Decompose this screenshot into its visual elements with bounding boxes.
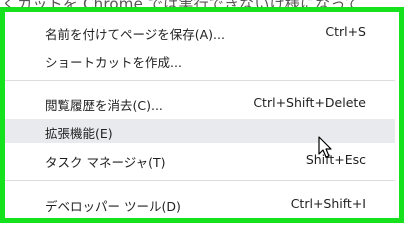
menu-item-save-page-as[interactable]: 名前を付けてページを保存(A)... Ctrl+S	[5, 20, 395, 44]
menu-item-label: ショートカットを作成...	[45, 55, 182, 70]
menu-item-label: 拡張機能(E)	[45, 126, 113, 141]
menu-item-shortcut: Shift+Esc	[305, 152, 366, 167]
menu-item-label: タスク マネージャ(T)	[45, 155, 166, 170]
menu-item-extensions[interactable]: 拡張機能(E)	[5, 119, 395, 143]
menu-item-task-manager[interactable]: タスク マネージャ(T) Shift+Esc	[5, 148, 395, 172]
mouse-pointer-icon	[318, 136, 332, 158]
menu-item-shortcut: Ctrl+S	[325, 24, 366, 39]
menu-item-label: 名前を付けてページを保存(A)...	[45, 27, 225, 42]
menu-item-developer-tools[interactable]: デベロッパー ツール(D) Ctrl+Shift+I	[5, 192, 395, 216]
menu-item-create-shortcut[interactable]: ショートカットを作成...	[5, 48, 395, 72]
menu-item-shortcut: Ctrl+Shift+Delete	[253, 95, 366, 110]
menu-item-shortcut: Ctrl+Shift+I	[290, 196, 366, 211]
menu-item-clear-browsing-data[interactable]: 閲覧履歴を消去(C)... Ctrl+Shift+Delete	[5, 91, 395, 115]
menu-item-label: デベロッパー ツール(D)	[45, 199, 181, 214]
menu-item-label: 閲覧履歴を消去(C)...	[45, 98, 163, 113]
menu-separator	[5, 180, 395, 181]
menu-separator	[5, 80, 395, 81]
